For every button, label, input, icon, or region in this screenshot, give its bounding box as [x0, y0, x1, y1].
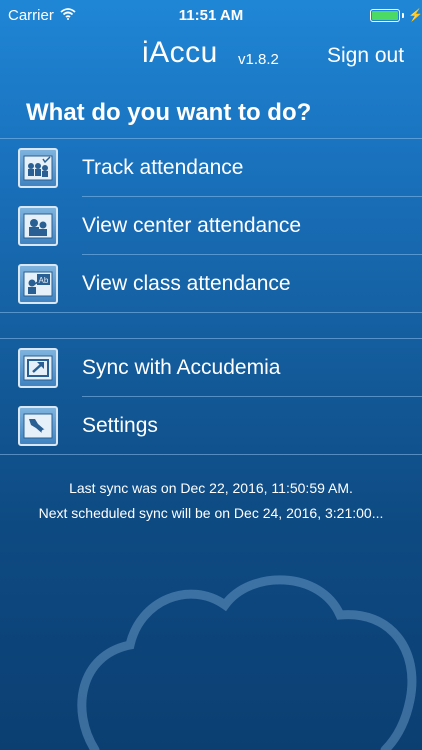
app-version: v1.8.2 — [238, 51, 279, 68]
sync-icon — [18, 347, 58, 388]
divider — [0, 312, 422, 313]
svg-text:Ab: Ab — [39, 276, 49, 285]
track-attendance-icon — [18, 147, 58, 188]
class-attendance-icon: Ab — [18, 263, 58, 304]
status-bar: Carrier 11:51 AM ⚡ — [0, 0, 422, 30]
menu-item-view-center-attendance[interactable]: View center attendance — [0, 197, 422, 254]
app-title: iAccu — [142, 36, 218, 69]
menu-item-view-class-attendance[interactable]: Ab View class attendance — [0, 255, 422, 312]
menu-item-label: Settings — [82, 413, 158, 437]
battery-level — [372, 10, 398, 20]
menu-item-label: View class attendance — [82, 271, 291, 295]
sign-out-button[interactable]: Sign out — [327, 44, 404, 68]
menu-item-settings[interactable]: Settings — [0, 397, 422, 454]
charging-icon: ⚡ — [408, 8, 422, 22]
divider — [0, 454, 422, 455]
menu-item-label: Sync with Accudemia — [82, 355, 281, 379]
menu-item-sync-with-accudemia[interactable]: Sync with Accudemia — [0, 339, 422, 396]
page-heading: What do you want to do? — [26, 99, 312, 126]
battery-icon: ⚡ — [370, 8, 422, 22]
last-sync-text: Last sync was on Dec 22, 2016, 11:50:59 … — [69, 480, 353, 496]
status-time: 11:51 AM — [178, 7, 244, 24]
center-attendance-icon — [18, 205, 58, 246]
settings-icon — [18, 405, 58, 446]
cloud-watermark-icon — [77, 575, 417, 750]
next-sync-text: Next scheduled sync will be on Dec 24, 2… — [38, 505, 384, 521]
menu-item-label: View center attendance — [82, 213, 302, 237]
menu-item-track-attendance[interactable]: Track attendance — [0, 139, 422, 196]
menu-item-label: Track attendance — [82, 155, 244, 179]
